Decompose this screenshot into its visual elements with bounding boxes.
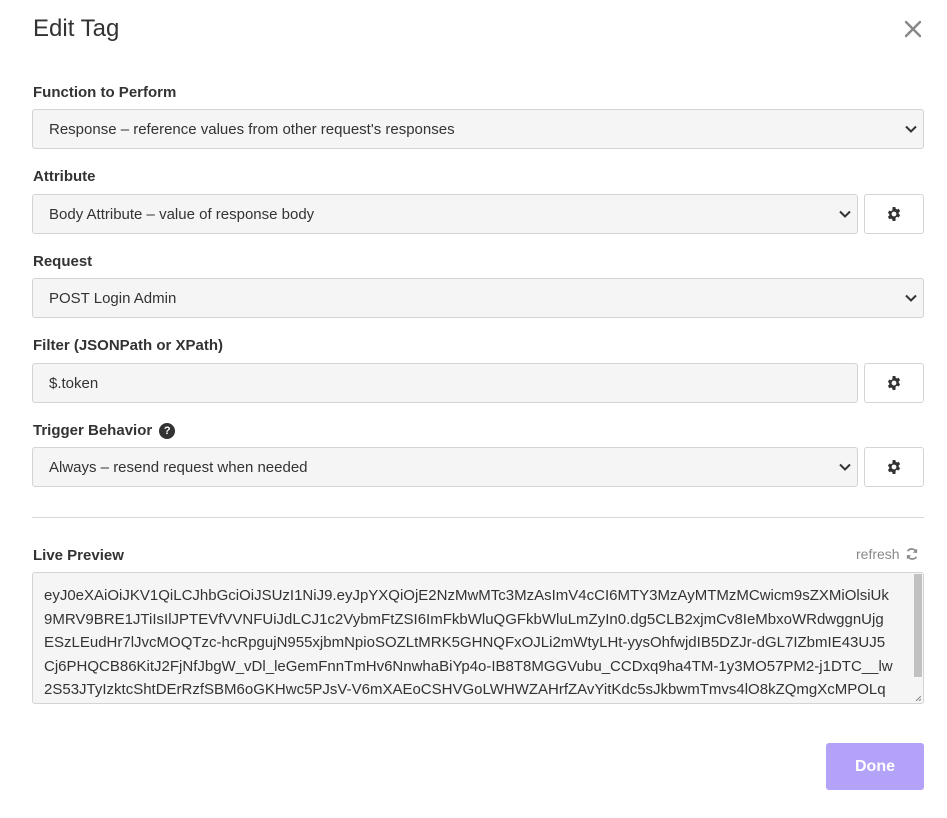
refresh-label: refresh bbox=[856, 546, 900, 562]
trigger-label-text: Trigger Behavior bbox=[33, 422, 153, 439]
refresh-icon bbox=[906, 548, 917, 560]
request-label: Request bbox=[33, 253, 92, 270]
request-select-value: POST Login Admin bbox=[49, 289, 177, 307]
gear-icon bbox=[887, 460, 901, 474]
resize-grip-icon[interactable] bbox=[915, 695, 921, 701]
edit-tag-dialog: Edit Tag Function to Perform Response – … bbox=[0, 0, 947, 818]
live-preview-textarea[interactable]: eyJ0eXAiOiJKV1QiLCJhbGciOiJSUzI1NiJ9.eyJ… bbox=[32, 572, 924, 704]
function-label: Function to Perform bbox=[33, 84, 176, 101]
request-label-text: Request bbox=[33, 253, 93, 270]
gear-icon bbox=[887, 207, 901, 221]
filter-input[interactable]: $.token bbox=[32, 363, 858, 403]
function-select[interactable]: Response – reference values from other r… bbox=[32, 109, 924, 149]
dialog-title: Edit Tag bbox=[33, 15, 120, 42]
filter-input-value: $.token bbox=[49, 374, 99, 392]
filter-settings-button[interactable] bbox=[864, 363, 924, 403]
trigger-label: Trigger Behavior ? bbox=[33, 422, 176, 439]
question-circle-icon[interactable]: ? bbox=[159, 422, 176, 439]
attribute-label-text: Attribute bbox=[33, 168, 96, 185]
attribute-settings-button[interactable] bbox=[864, 194, 924, 234]
done-button[interactable]: Done bbox=[826, 743, 924, 790]
attribute-select-value: Body Attribute – value of response body bbox=[49, 205, 315, 223]
attribute-select[interactable]: Body Attribute – value of response body bbox=[32, 194, 858, 234]
filter-label: Filter (JSONPath or XPath) bbox=[33, 337, 223, 354]
close-icon[interactable] bbox=[901, 17, 925, 41]
preview-scrollbar[interactable] bbox=[914, 574, 922, 677]
live-preview-value: eyJ0eXAiOiJKV1QiLCJhbGciOiJSUzI1NiJ9.eyJ… bbox=[44, 587, 893, 698]
request-select[interactable]: POST Login Admin bbox=[32, 278, 924, 318]
chevron-down-icon bbox=[905, 125, 917, 133]
preview-label: Live Preview bbox=[33, 547, 124, 564]
attribute-label: Attribute bbox=[33, 168, 96, 185]
chevron-down-icon bbox=[839, 210, 851, 218]
section-divider bbox=[32, 517, 924, 518]
refresh-button[interactable]: refresh bbox=[856, 546, 919, 562]
gear-icon bbox=[887, 376, 901, 390]
chevron-down-icon bbox=[839, 463, 851, 471]
trigger-settings-button[interactable] bbox=[864, 447, 924, 487]
trigger-select-value: Always – resend request when needed bbox=[49, 458, 308, 476]
preview-label-text: Live Preview bbox=[33, 547, 124, 564]
chevron-down-icon bbox=[905, 294, 917, 302]
trigger-select[interactable]: Always – resend request when needed bbox=[32, 447, 858, 487]
function-select-value: Response – reference values from other r… bbox=[49, 120, 455, 138]
filter-label-text: Filter (JSONPath or XPath) bbox=[33, 337, 224, 354]
function-label-text: Function to Perform bbox=[33, 84, 177, 101]
